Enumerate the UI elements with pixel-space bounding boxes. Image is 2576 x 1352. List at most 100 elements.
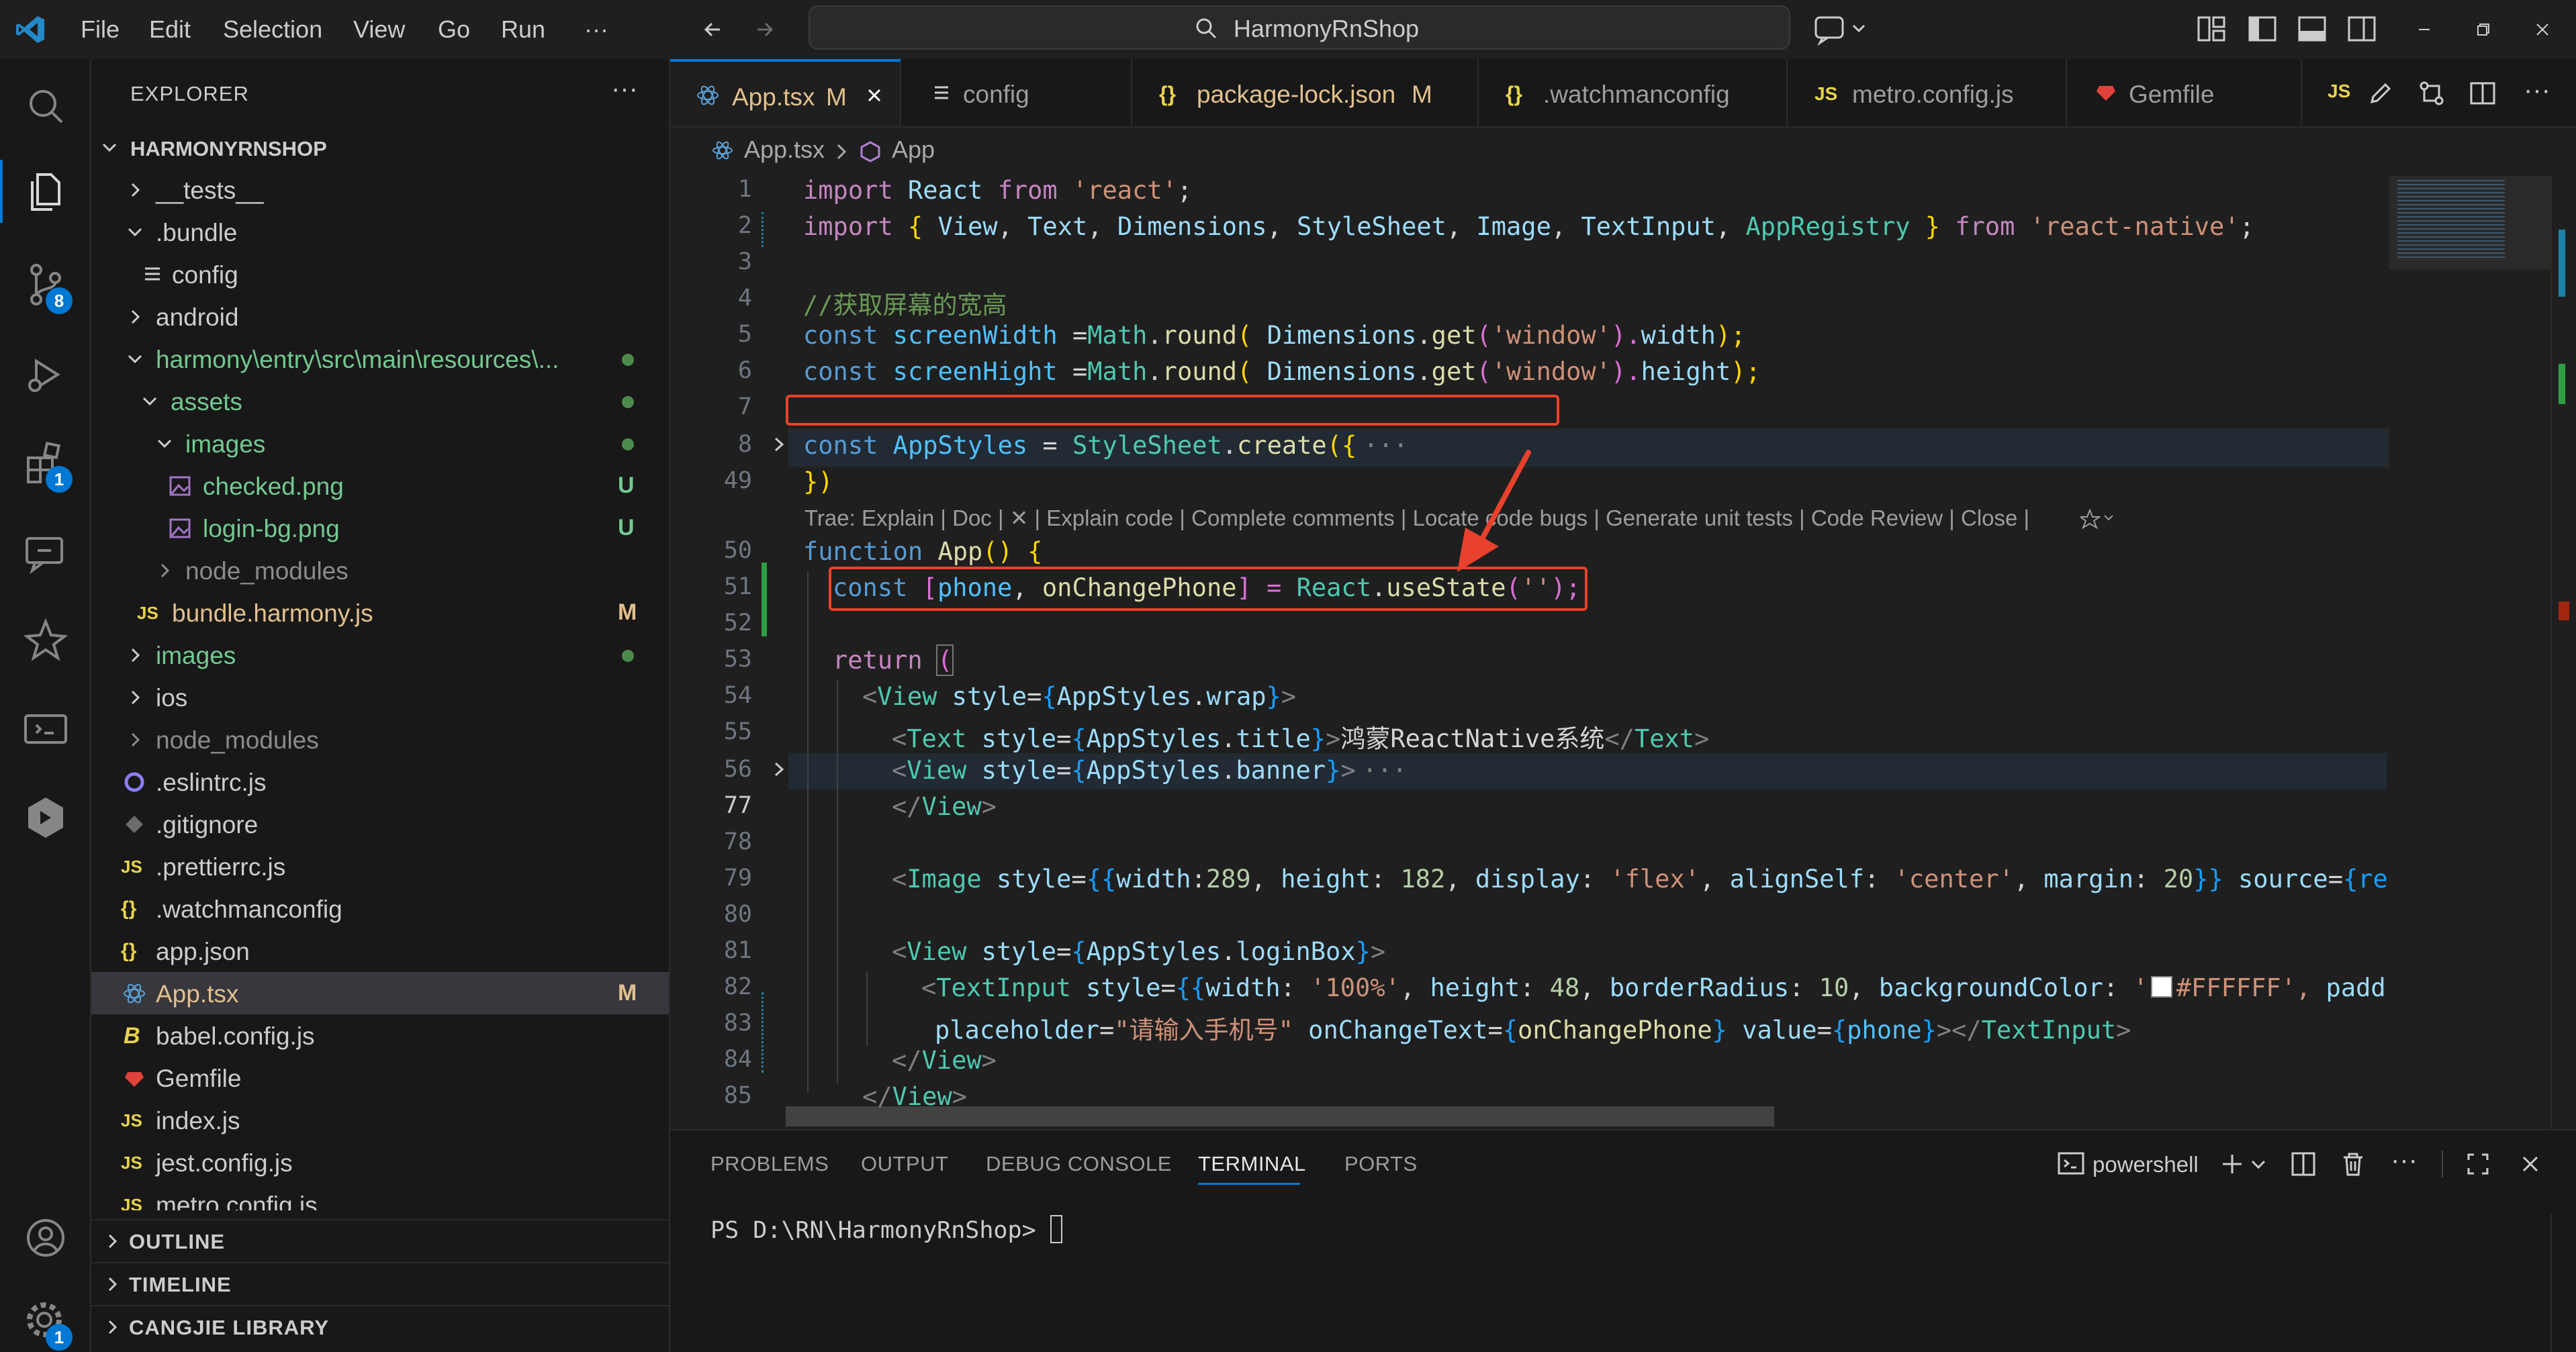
tree-file-app-tsx[interactable]: App.tsx M [91,972,669,1014]
tree-folder-bundle[interactable]: .bundle [91,211,669,253]
codelens-trae[interactable]: Trae: Explain | Doc | ✕ | Explain code |… [804,505,2113,531]
vertical-scrollbar[interactable] [2550,176,2576,1129]
menu-selection[interactable]: Selection [223,12,322,47]
tab-config[interactable]: config [901,59,1132,126]
menu-more[interactable]: ··· [584,12,608,47]
color-swatch[interactable] [2150,976,2172,998]
tree-folder-node-modules[interactable]: node_modules [91,718,669,761]
restore-icon[interactable] [2470,16,2497,43]
terminal-prompt[interactable]: PS D:\RN\HarmonyRnShop> [710,1215,1062,1244]
kill-terminal-trash-icon[interactable] [2338,1149,2368,1179]
fold-chevron-icon[interactable] [770,431,790,458]
tree-folder-android[interactable]: android [91,295,669,338]
tab-app-tsx[interactable]: App.tsx M [670,59,901,126]
toggle-primary-sidebar-icon[interactable] [2247,13,2278,44]
editor-more-actions[interactable]: ··· [2524,75,2550,105]
run-debug-icon[interactable] [19,348,73,401]
breadcrumb-file[interactable]: App.tsx [744,136,825,164]
code-line-54: <View style={AppStyles.wrap}> [862,682,1297,711]
tree-file-watchmanconfig[interactable]: {} .watchmanconfig [91,887,669,930]
tree-file-gitignore[interactable]: .gitignore [91,803,669,845]
tree-file-babel-config[interactable]: B babel.config.js [91,1014,669,1057]
panel-tab-output[interactable]: OUTPUT [861,1152,948,1176]
tree-file-app-json[interactable]: {} app.json [91,930,669,972]
breadcrumb-symbol[interactable]: App [892,136,935,164]
menu-view[interactable]: View [353,12,405,47]
source-control-icon[interactable]: 8 [19,258,73,314]
tree-folder-assets[interactable]: assets [91,380,669,422]
toggle-secondary-sidebar-icon[interactable] [2346,13,2377,44]
code-editor[interactable]: 1 2 3 4 5 6 7 8 49 50 51 52 53 54 55 56 … [670,176,2576,1129]
maximize-panel-icon[interactable] [2463,1149,2493,1179]
toggle-panel-icon[interactable] [2297,13,2328,44]
tree-file-prettierrc[interactable]: JS .prettierrc.js [91,845,669,887]
command-center-search[interactable]: HarmonyRnShop [809,5,1790,50]
panel-more-actions[interactable]: ··· [2391,1145,2418,1175]
horizontal-scrollbar-thumb[interactable] [786,1106,1774,1126]
tree-folder-harmony-resources[interactable]: harmony\entry\src\main\resources\... [91,338,669,380]
close-window-icon[interactable] [2529,16,2556,43]
menu-go[interactable]: Go [438,12,470,47]
customize-layout-icon[interactable] [2196,13,2227,44]
panel-tab-terminal[interactable]: TERMINAL [1198,1152,1306,1176]
tree-file-checked-png[interactable]: checked.png U [91,465,669,507]
copilot-chat-icon[interactable] [1813,12,1874,46]
explorer-root-folder[interactable]: HARMONYRNSHOP [91,126,669,168]
tree-file-gemfile[interactable]: Gemfile [91,1057,669,1099]
tree-file-login-bg-png[interactable]: login-bg.png U [91,507,669,549]
section-cangjie-library[interactable]: CANGJIE LIBRARY [91,1305,669,1348]
edit-pencil-icon[interactable] [2365,78,2396,109]
tree-folder-node-modules-inner[interactable]: node_modules [91,549,669,591]
js-run-icon[interactable]: JS [2328,81,2350,102]
close-tab-icon[interactable] [861,82,888,109]
terminal-scrollbar[interactable] [2550,1214,2576,1352]
explorer-more-actions[interactable]: ··· [611,74,638,104]
panel-tab-problems[interactable]: PROBLEMS [710,1152,829,1176]
search-icon[interactable] [19,79,73,133]
tree-file-eslintrc[interactable]: .eslintrc.js [91,761,669,803]
tree-file-jest-config[interactable]: JS jest.config.js [91,1141,669,1184]
menu-edit[interactable]: Edit [149,12,191,47]
explorer-files-icon[interactable] [19,165,73,219]
settings-gear-icon[interactable]: 1 [19,1294,73,1351]
panel-tab-ports[interactable]: PORTS [1344,1152,1418,1176]
tree-folder-images[interactable]: images [91,422,669,465]
remote-explorer-icon[interactable] [19,702,73,756]
forward-arrow-icon[interactable] [751,16,778,43]
tab-package-lock[interactable]: {} package-lock.json M [1132,59,1479,126]
terminal-shell-label[interactable]: powershell [2092,1152,2199,1177]
compare-changes-icon[interactable] [2416,78,2447,109]
panel-tab-debug-console[interactable]: DEBUG CONSOLE [986,1152,1172,1176]
menu-file[interactable]: File [81,12,120,47]
split-terminal-icon[interactable] [2289,1149,2318,1179]
minimap[interactable] [2389,176,2550,1129]
minimize-icon[interactable] [2411,16,2438,43]
tree-file-bundle-harmony[interactable]: JS bundle.harmony.js M [91,591,669,634]
account-icon[interactable] [19,1211,73,1265]
tree-file-config[interactable]: config [91,253,669,295]
extensions-icon[interactable]: 1 [19,436,73,493]
menu-run[interactable]: Run [501,12,545,47]
chevron-down-icon[interactable] [2248,1153,2268,1176]
tree-file-metro-config[interactable]: JS metro.config.js [91,1184,669,1210]
back-arrow-icon[interactable] [700,16,727,43]
section-timeline[interactable]: TIMELINE [91,1262,669,1305]
chat-assistant-icon[interactable] [19,526,73,580]
tree-folder-images-root[interactable]: images [91,634,669,676]
split-editor-icon[interactable] [2467,78,2498,109]
harmony-plugin-icon[interactable] [19,791,73,844]
breadcrumb: App.tsx App [670,128,2576,176]
section-outline[interactable]: OUTLINE [91,1219,669,1262]
settings-badge: 1 [46,1324,73,1351]
close-panel-icon[interactable] [2516,1149,2545,1179]
new-terminal-plus-icon[interactable] [2217,1149,2247,1179]
trae-star-icon[interactable] [19,614,73,667]
tree-file-index-js[interactable]: JS index.js [91,1099,669,1141]
tree-item-label: .bundle [156,219,238,246]
tree-folder-tests[interactable]: __tests__ [91,168,669,211]
tab-watchmanconfig[interactable]: {} .watchmanconfig [1479,59,1788,126]
tab-gemfile[interactable]: Gemfile [2067,59,2302,126]
tree-folder-ios[interactable]: ios [91,676,669,718]
fold-chevron-icon[interactable] [770,756,790,783]
tab-metro-config[interactable]: JS metro.config.js [1788,59,2067,126]
